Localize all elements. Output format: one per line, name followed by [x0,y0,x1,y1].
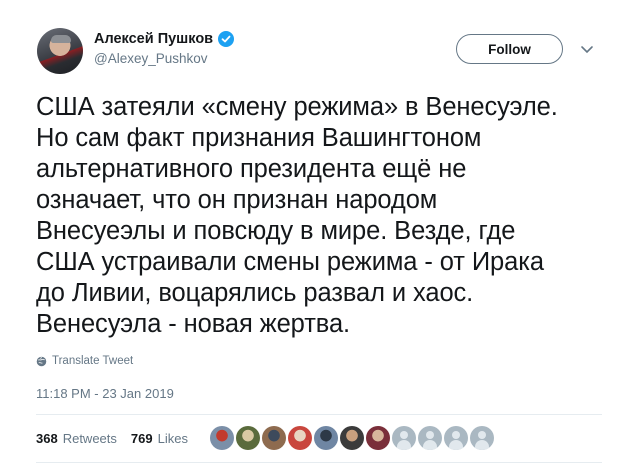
liker-avatar[interactable] [288,426,312,450]
tweet-line: альтернативного президента ещё не [36,155,467,183]
retweets-label: Retweets [62,431,117,446]
tweet-line: США затеяли «смену режима» в Венесуэле. [36,93,558,121]
author-handle[interactable]: @Alexey_Pushkov [94,51,208,66]
chevron-down-icon[interactable] [580,43,594,55]
liker-avatar[interactable] [366,426,390,450]
liker-avatar[interactable] [236,426,260,450]
tweet-line: до Ливии, воцарялись развал и хаос. [36,279,474,307]
tweet-line: Внесуеэлы и повсюду в мире. Везде, где [36,217,516,245]
divider [36,462,602,463]
likes-label: Likes [157,431,188,446]
likes-stat[interactable]: 769 Likes [131,431,188,446]
translate-tweet-link[interactable]: Translate Tweet [36,355,133,367]
liker-avatar[interactable] [314,426,338,450]
author-block: Алексей Пушков [94,31,235,47]
liker-avatar[interactable] [262,426,286,450]
verified-badge-icon [218,31,235,47]
liker-avatars [210,426,496,450]
author-name[interactable]: Алексей Пушков [94,31,213,47]
liker-avatar-placeholder[interactable] [392,426,416,450]
tweet-timestamp[interactable]: 11:18 PM - 23 Jan 2019 [36,386,174,401]
liker-avatar[interactable] [340,426,364,450]
tweet-stats: 368 Retweets 769 Likes [36,431,202,446]
tweet-line: означает, что он признан народом [36,186,438,214]
likes-count: 769 [130,431,153,446]
liker-avatar[interactable] [210,426,234,450]
liker-avatar-placeholder[interactable] [470,426,494,450]
divider [36,414,602,415]
liker-avatar-placeholder[interactable] [444,426,468,450]
tweet-line: Но сам факт признания Вашингтоном [36,124,482,152]
follow-button[interactable]: Follow [456,34,563,64]
tweet-text: США затеяли «смену режима» в Венесуэле. … [36,92,626,340]
tweet-line: Венесуэла - новая жертва. [36,310,351,338]
liker-avatar-placeholder[interactable] [418,426,442,450]
author-avatar[interactable] [37,28,83,74]
globe-icon [36,356,47,366]
retweets-stat[interactable]: 368 Retweets [36,431,117,446]
retweets-count: 368 [36,431,58,446]
translate-label: Translate Tweet [52,355,134,367]
tweet-line: США устраивали смены режима - от Ирака [36,248,544,276]
